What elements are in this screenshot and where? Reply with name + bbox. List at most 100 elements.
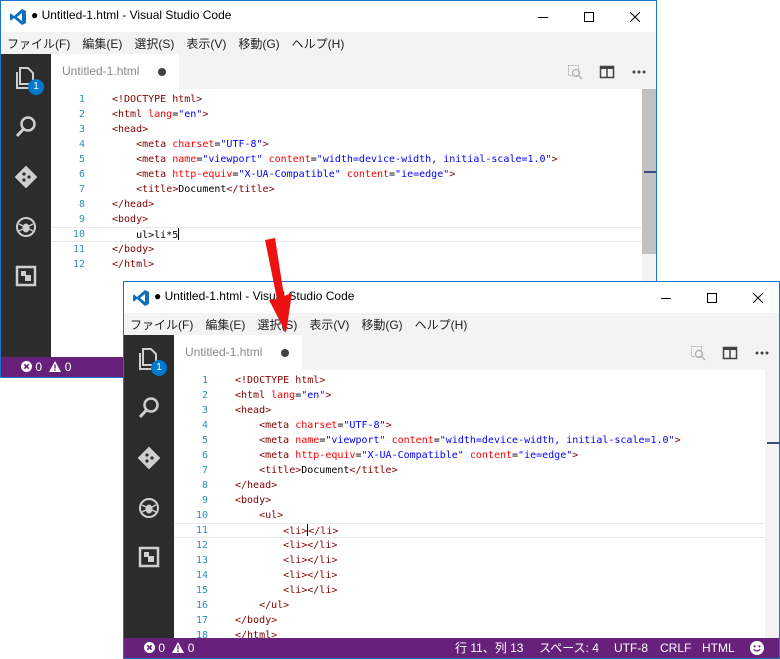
- feedback-smiley-button[interactable]: [750, 641, 764, 658]
- minimize-button[interactable]: [520, 1, 566, 32]
- code-line[interactable]: 6 <meta http-equiv="X-UA-Compatible" con…: [174, 448, 765, 463]
- line-code: <title>Document</title>: [112, 182, 275, 197]
- tab-untitled-1[interactable]: Untitled-1.html: [174, 335, 302, 370]
- code-line[interactable]: 3 <head>: [174, 403, 765, 418]
- code-line[interactable]: 9 <body>: [51, 212, 642, 227]
- extensions-icon: [15, 265, 37, 287]
- code-token: "X-UA-Compatible": [361, 450, 464, 461]
- code-line[interactable]: 5 <meta name="viewport" content="width=d…: [51, 152, 642, 167]
- code-line[interactable]: 11 <li></li>: [174, 523, 765, 538]
- code-line[interactable]: 4 <meta charset="UTF-8">: [174, 418, 765, 433]
- vertical-scrollbar[interactable]: [765, 370, 779, 638]
- red-arrow-annotation: [265, 238, 292, 333]
- line-code: <li></li>: [235, 568, 337, 583]
- code-line[interactable]: 1 <!DOCTYPE html>: [51, 92, 642, 107]
- more-actions-button[interactable]: [752, 343, 772, 363]
- eol-status[interactable]: CRLF: [660, 638, 691, 658]
- encoding-status[interactable]: UTF-8: [614, 638, 648, 658]
- menu-edit[interactable]: 編集(E): [205, 316, 245, 333]
- maximize-button[interactable]: [689, 282, 735, 313]
- menu-view[interactable]: 表示(V): [186, 35, 226, 52]
- code-line[interactable]: 1 <!DOCTYPE html>: [174, 373, 765, 388]
- activity-explorer[interactable]: 1: [124, 337, 174, 381]
- code-line[interactable]: 3 <head>: [51, 122, 642, 137]
- close-button[interactable]: [612, 1, 656, 32]
- more-actions-button[interactable]: [629, 62, 649, 82]
- code-line[interactable]: 7 <title>Document</title>: [174, 463, 765, 478]
- error-icon: [144, 642, 155, 653]
- code-line[interactable]: 9 <body>: [174, 493, 765, 508]
- code-token: </title>: [349, 465, 398, 476]
- code-line[interactable]: 12 <li></li>: [174, 538, 765, 553]
- code-line[interactable]: 15 <li></li>: [174, 583, 765, 598]
- open-preview-button[interactable]: [688, 343, 708, 363]
- problems-status[interactable]: 0 0: [144, 638, 194, 658]
- unsaved-dot-icon[interactable]: [158, 68, 166, 76]
- menu-help[interactable]: ヘルプ(H): [292, 35, 345, 52]
- menu-selection[interactable]: 選択(S): [134, 35, 174, 52]
- close-button[interactable]: [735, 282, 779, 313]
- code-line[interactable]: 12 </html>: [51, 257, 642, 272]
- activity-debug[interactable]: [1, 205, 51, 249]
- code-line[interactable]: 7 <title>Document</title>: [51, 182, 642, 197]
- code-line[interactable]: 10 <ul>: [174, 508, 765, 523]
- indentation-status[interactable]: スペース: 4: [539, 638, 599, 658]
- status-bar: 0 0 行 11、列 13 スペース: 4 UTF-8 CRLF HTML: [124, 638, 779, 658]
- menu-edit[interactable]: 編集(E): [82, 35, 122, 52]
- error-icon: [21, 361, 32, 372]
- more-icon: [755, 351, 769, 355]
- code-token: >: [449, 169, 456, 180]
- code-token: <!DOCTYPE html>: [112, 94, 203, 105]
- code-token: Document: [178, 184, 227, 195]
- minimize-button[interactable]: [643, 282, 689, 313]
- code-line[interactable]: 13 <li></li>: [174, 553, 765, 568]
- code-line[interactable]: 2 <html lang="en">: [51, 107, 642, 122]
- code-line[interactable]: 17 </body>: [174, 613, 765, 628]
- unsaved-dot-icon[interactable]: [281, 349, 289, 357]
- problems-status[interactable]: 0 0: [21, 357, 71, 377]
- activity-bar: 1: [1, 54, 51, 357]
- activity-extensions[interactable]: [1, 254, 51, 298]
- activity-git[interactable]: [1, 155, 51, 199]
- activity-search[interactable]: [124, 386, 174, 430]
- code-line[interactable]: 14 <li></li>: [174, 568, 765, 583]
- language-mode[interactable]: HTML: [702, 638, 735, 658]
- code-line[interactable]: 16 </ul>: [174, 598, 765, 613]
- activity-extensions[interactable]: [124, 535, 174, 579]
- activity-search[interactable]: [1, 105, 51, 149]
- maximize-button[interactable]: [566, 1, 612, 32]
- menu-help[interactable]: ヘルプ(H): [415, 316, 468, 333]
- split-editor-button[interactable]: [720, 343, 740, 363]
- code-line[interactable]: 18 </html>: [174, 628, 765, 638]
- cursor-position[interactable]: 行 11、列 13: [455, 638, 523, 658]
- code-token: <li></li>: [283, 555, 338, 566]
- menu-file[interactable]: ファイル(F): [7, 35, 70, 52]
- code-line[interactable]: 8 </head>: [51, 197, 642, 212]
- activity-debug[interactable]: [124, 486, 174, 530]
- code-line[interactable]: 4 <meta charset="UTF-8">: [51, 137, 642, 152]
- code-line[interactable]: 6 <meta http-equiv="X-UA-Compatible" con…: [51, 167, 642, 182]
- code-line[interactable]: 10 ul>li*5: [51, 227, 642, 242]
- code-token: Document: [301, 465, 350, 476]
- activity-explorer[interactable]: 1: [1, 56, 51, 100]
- code-token: "UTF-8": [220, 139, 263, 150]
- line-number: 3: [201, 405, 208, 416]
- tab-untitled-1[interactable]: Untitled-1.html: [51, 54, 179, 89]
- open-preview-button[interactable]: [565, 62, 585, 82]
- title-bar: ● Untitled-1.html - Visual Studio Code: [1, 1, 656, 32]
- split-editor-button[interactable]: [597, 62, 617, 82]
- code-token: "en": [301, 390, 326, 401]
- code-editor[interactable]: 1 <!DOCTYPE html> 2 <html lang="en"> 3 <head>…: [174, 370, 779, 638]
- code-line[interactable]: 8 </head>: [174, 478, 765, 493]
- menu-view[interactable]: 表示(V): [309, 316, 349, 333]
- line-code: </body>: [235, 613, 277, 628]
- code-line[interactable]: 5 <meta name="viewport" content="width=d…: [174, 433, 765, 448]
- activity-git[interactable]: [124, 436, 174, 480]
- code-line[interactable]: 11 </body>: [51, 242, 642, 257]
- activity-bar: 1: [124, 335, 174, 638]
- explorer-badge: 1: [28, 79, 44, 95]
- menu-go[interactable]: 移動(G): [238, 35, 279, 52]
- code-line[interactable]: 2 <html lang="en">: [174, 388, 765, 403]
- menu-file[interactable]: ファイル(F): [130, 316, 193, 333]
- menu-go[interactable]: 移動(G): [361, 316, 402, 333]
